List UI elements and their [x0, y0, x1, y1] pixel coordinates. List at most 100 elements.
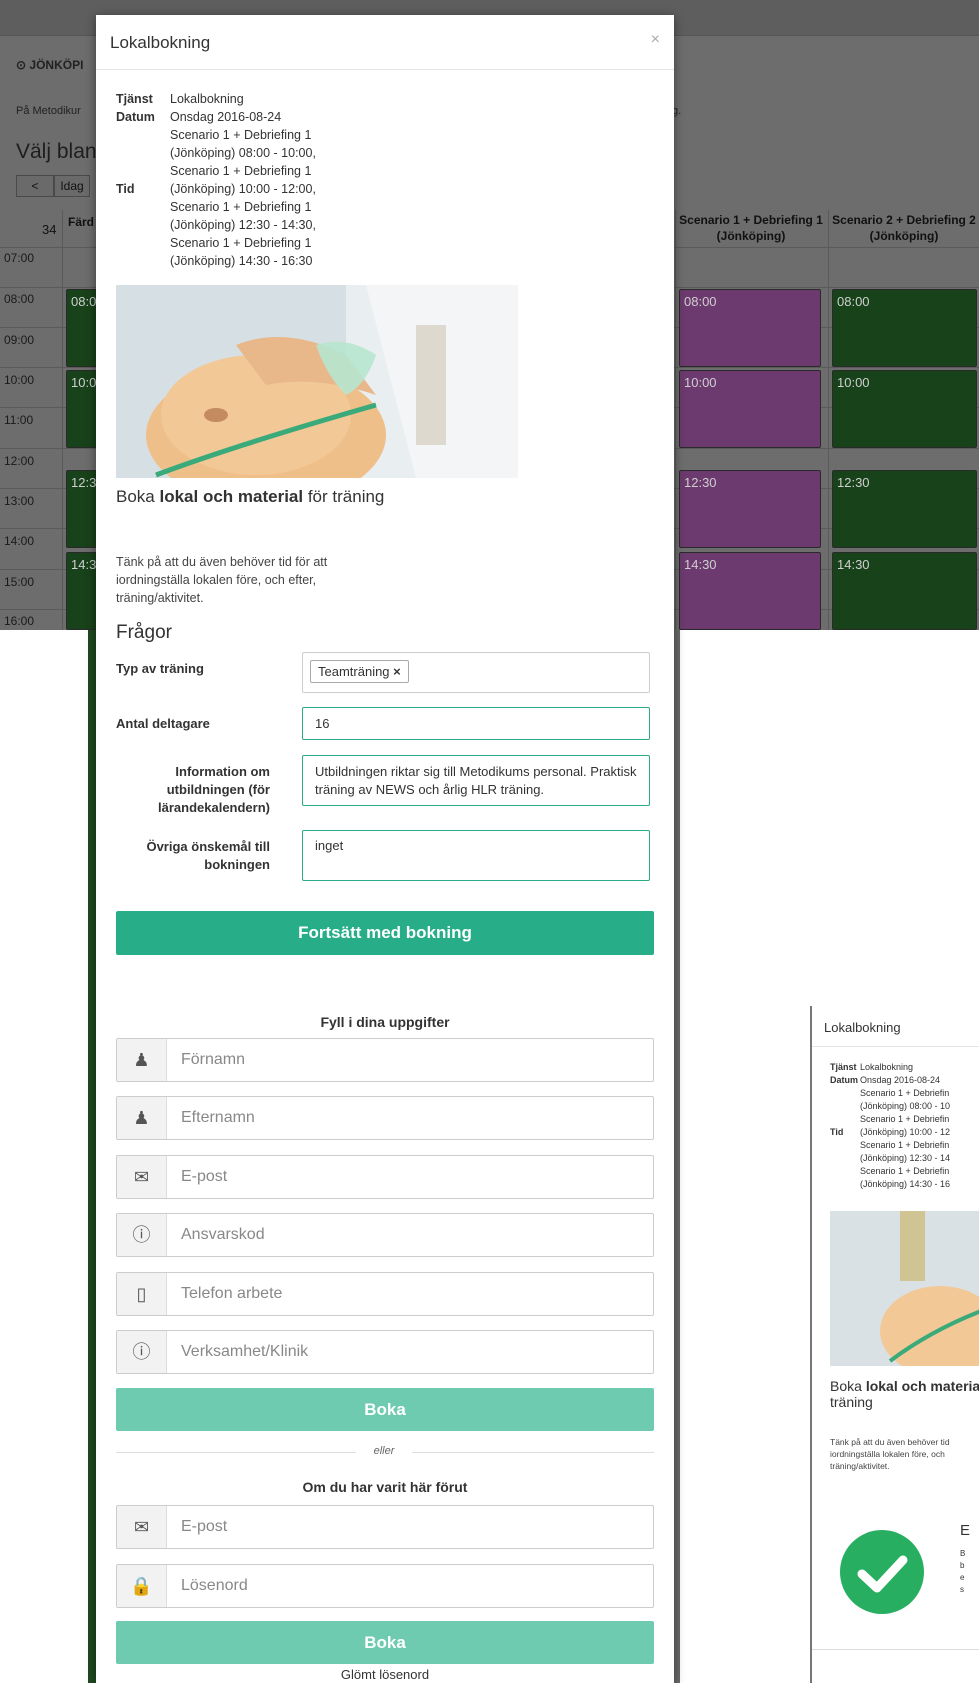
work-phone-field[interactable]: ▯ Telefon arbete [116, 1272, 654, 1316]
calendar-event[interactable]: 14:30 [832, 552, 977, 630]
email-field[interactable]: ✉ E-post [116, 1155, 654, 1199]
close-icon[interactable]: × [651, 31, 660, 49]
hour-label: 08:00 [4, 292, 35, 306]
email-placeholder: E-post [181, 1168, 228, 1185]
first-name-field[interactable]: ♟ Förnamn [116, 1038, 654, 1082]
service-value: Lokalbokning [170, 92, 244, 106]
confirmation-line: e [960, 1573, 965, 1582]
login-book-button[interactable]: Boka [116, 1621, 654, 1664]
participants-input[interactable]: 16 [302, 707, 650, 740]
hour-label: 11:00 [4, 413, 34, 427]
time-line: (Jönköping) 14:30 - 16:30 [170, 254, 313, 268]
preview-service-value: Lokalbokning [860, 1062, 914, 1072]
booking-modal: Lokalbokning × Tjänst Lokalbokning Datum… [96, 15, 674, 1683]
responsibility-code-field[interactable]: ⓘ Ansvarskod [116, 1213, 654, 1257]
confirmation-line: s [960, 1585, 964, 1594]
date-value: Onsdag 2016-08-24 [170, 110, 282, 124]
service-row: Tjänst Lokalbokning [116, 90, 476, 108]
course-info-textarea[interactable]: Utbildningen riktar sig till Metodikums … [302, 755, 650, 806]
preview-date-value: Onsdag 2016-08-24 [860, 1075, 941, 1085]
envelope-icon: ✉ [117, 1156, 167, 1198]
password-field[interactable]: 🔒 Lösenord [116, 1564, 654, 1608]
department-field[interactable]: ⓘ Verksamhet/Klinik [116, 1330, 654, 1374]
promo-title-bold: lokal och material [159, 487, 304, 506]
login-email-field[interactable]: ✉ E-post [116, 1505, 654, 1549]
department-placeholder: Verksamhet/Klinik [181, 1343, 309, 1360]
training-photo [116, 285, 518, 478]
training-type-field[interactable]: Teamträning × [302, 652, 650, 693]
choose-heading: Välj blan [16, 140, 97, 163]
promo-text: Tänk på att du även behöver tid för att … [116, 555, 328, 605]
column-header-1: Scenario 1 + Debriefing 1 (Jönköping) [679, 213, 823, 243]
book-button[interactable]: Boka [116, 1388, 654, 1431]
user-icon: ♟ [117, 1039, 167, 1081]
remove-tag-icon[interactable]: × [393, 664, 401, 679]
preview-promo-description: Tänk på att du även behöver tid iordning… [830, 1437, 950, 1471]
preview-time-line: Scenario 1 + Debriefin [860, 1140, 950, 1150]
booking-summary: Tjänst Lokalbokning Datum Onsdag 2016-08… [116, 90, 476, 270]
promo-title-text: Boka [116, 487, 160, 506]
calendar-event[interactable]: 10:00 [832, 370, 977, 448]
questions-heading: Frågor [116, 622, 172, 643]
description-start: På Metodikur [16, 105, 81, 117]
wishes-textarea[interactable]: inget [302, 830, 650, 881]
preview-time-line: (Jönköping) 14:30 - 16 [860, 1179, 951, 1189]
first-name-placeholder: Förnamn [181, 1051, 246, 1068]
column-separator [828, 210, 829, 630]
hour-label: 09:00 [4, 333, 35, 347]
calendar-event[interactable]: 14:30 [679, 552, 821, 630]
date-row: Datum Onsdag 2016-08-24 [116, 108, 476, 126]
details-heading: Fyll i dina uppgifter [320, 1014, 450, 1030]
time-line: Scenario 1 + Debriefing 1 [170, 164, 312, 178]
calendar-event[interactable]: 12:30 [832, 470, 977, 548]
password-placeholder: Lösenord [181, 1577, 248, 1594]
modal-title: Lokalbokning [110, 33, 211, 52]
envelope-icon: ✉ [117, 1506, 167, 1548]
preview-divider [812, 1046, 979, 1047]
promo-title-text: för träning [303, 487, 385, 506]
week-number: 34 [42, 222, 57, 237]
participants-label: Antal deltagare [116, 716, 210, 731]
login-email-placeholder: E-post [181, 1518, 228, 1535]
preview-title: Lokalbokning [824, 1020, 901, 1035]
hour-label: 12:00 [4, 454, 35, 468]
promo-title: Boka lokal och material för träning [116, 487, 416, 506]
preview-date-row: Datum Onsdag 2016-08-24 [830, 1074, 979, 1087]
preview-photo [830, 1211, 979, 1376]
preview-time-line: (Jönköping) 10:00 - 12 [860, 1127, 951, 1137]
success-check-icon [840, 1530, 924, 1614]
user-icon: ♟ [117, 1097, 167, 1139]
today-button[interactable]: Idag [54, 175, 90, 197]
info-icon: ⓘ [117, 1214, 167, 1256]
hour-label: 14:00 [4, 534, 35, 548]
continue-booking-button[interactable]: Fortsätt med bokning [116, 911, 654, 955]
preview-promo-text: Boka [830, 1378, 866, 1394]
training-type-label: Typ av träning [116, 661, 204, 676]
preview-time-line: Scenario 1 + Debriefin [860, 1088, 950, 1098]
work-phone-placeholder: Telefon arbete [181, 1285, 283, 1302]
preview-time-row: Tid Scenario 1 + Debriefin (Jönköping) 0… [830, 1087, 979, 1191]
calendar-event[interactable]: 12:30 [679, 470, 821, 548]
preview-photo-illustration [830, 1211, 979, 1376]
preview-promo-bold: lokal och material [865, 1378, 979, 1394]
first-column-header: Färd [68, 215, 95, 229]
confirmation-line: B [960, 1549, 966, 1558]
location-label: ⊙ JÖNKÖPI [16, 58, 84, 72]
hour-label: 16:00 [4, 614, 35, 628]
time-line: Scenario 1 + Debriefing 1 [170, 128, 312, 142]
preview-footer-divider [812, 1649, 979, 1650]
column-separator [62, 210, 63, 630]
time-label: Tid [116, 182, 135, 196]
forgot-password-link[interactable]: Glömt lösenord [116, 1667, 654, 1682]
preview-time-label: Tid [830, 1127, 844, 1137]
prev-week-button[interactable]: < [16, 175, 54, 197]
calendar-event[interactable]: 08:00 [679, 289, 821, 367]
last-name-field[interactable]: ♟ Efternamn [116, 1096, 654, 1140]
responsibility-code-placeholder: Ansvarskod [181, 1226, 265, 1243]
calendar-event[interactable]: 10:00 [679, 370, 821, 448]
checkmark-icon [857, 1555, 908, 1593]
calendar-event[interactable]: 08:00 [832, 289, 977, 367]
preview-service-label: Tjänst [830, 1062, 857, 1072]
wishes-label: Övriga önskemål till bokningen [146, 839, 270, 872]
preview-time-line: Scenario 1 + Debriefin [860, 1114, 950, 1124]
